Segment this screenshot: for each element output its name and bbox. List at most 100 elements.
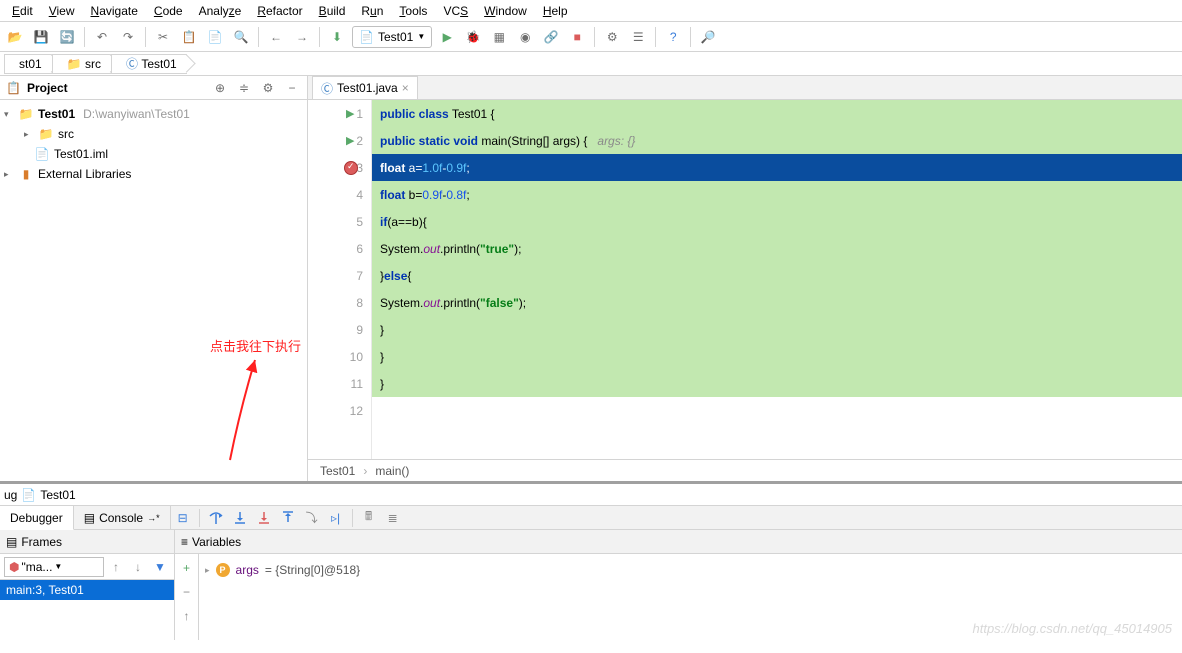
open-icon[interactable]: 📂 <box>4 26 26 48</box>
folder-icon: 📁 <box>18 107 34 121</box>
crumb-method[interactable]: main() <box>375 464 409 478</box>
crumb-class[interactable]: Test01 <box>320 464 355 478</box>
cut-icon[interactable]: ✂ <box>152 26 174 48</box>
tree-src[interactable]: ▸ 📁 src <box>0 124 307 144</box>
search-everywhere-icon[interactable]: 🔎 <box>697 26 719 48</box>
expand-icon[interactable]: ▸ <box>24 129 34 140</box>
settings-icon[interactable]: ⚙ <box>601 26 623 48</box>
profile-icon[interactable]: ◉ <box>514 26 536 48</box>
stack-frame[interactable]: main:3, Test01 <box>0 580 174 600</box>
crumb-class[interactable]: Ⓒ Test01 <box>111 54 187 74</box>
copy-icon[interactable]: 📋 <box>178 26 200 48</box>
frame-controls: ⬢ "ma... ▼ ↑ ↓ ▼ <box>0 554 174 580</box>
menu-navigate[interactable]: Navigate <box>83 2 146 20</box>
trace-icon[interactable]: ≣ <box>381 506 405 530</box>
coverage-icon[interactable]: ▦ <box>488 26 510 48</box>
run-icon[interactable]: ▶ <box>436 26 458 48</box>
vars-toolbar: + − ↑ <box>175 554 199 640</box>
code-editor[interactable]: 1▶ 2▶ 3 4 5 6 7 8 9 10 11 12 public clas… <box>308 100 1182 459</box>
tab-debugger[interactable]: Debugger <box>0 506 74 530</box>
prev-frame-icon[interactable]: ↑ <box>106 557 126 577</box>
editor-pane: Ⓒ Test01.java × 1▶ 2▶ 3 4 5 6 7 8 9 10 1… <box>308 76 1182 481</box>
menu-refactor[interactable]: Refactor <box>249 2 310 20</box>
structure-icon[interactable]: ☰ <box>627 26 649 48</box>
variable-row[interactable]: ▸ P args = {String[0]@518} <box>205 560 1176 580</box>
step-over-icon[interactable] <box>204 506 228 530</box>
breakpoint-icon[interactable] <box>344 161 358 175</box>
project-sidebar: 📋 Project ⊕ ≑ ⚙ − ▾ 📁 Test01 D:\wanyiwan… <box>0 76 308 481</box>
library-icon: ▮ <box>18 167 34 181</box>
forward-icon[interactable]: → <box>291 26 313 48</box>
menu-window[interactable]: Window <box>476 2 535 20</box>
gutter: 1▶ 2▶ 3 4 5 6 7 8 9 10 11 12 <box>308 100 372 459</box>
tree-root[interactable]: ▾ 📁 Test01 D:\wanyiwan\Test01 <box>0 104 307 124</box>
paste-icon[interactable]: 📄 <box>204 26 226 48</box>
menu-analyze[interactable]: Analyze <box>191 2 250 20</box>
gear-icon[interactable]: ⚙ <box>259 79 277 97</box>
main-toolbar: 📂 💾 🔄 ↶ ↷ ✂ 📋 📄 🔍 ← → ⬇ 📄 Test01 ▼ ▶ 🐞 ▦… <box>0 22 1182 52</box>
crumb-src[interactable]: 📁 src <box>52 54 111 74</box>
menu-run[interactable]: Run <box>353 2 391 20</box>
close-icon[interactable]: × <box>402 81 409 95</box>
attach-icon[interactable]: 🔗 <box>540 26 562 48</box>
sync-icon[interactable]: 🔄 <box>56 26 78 48</box>
stop-icon[interactable]: ■ <box>566 26 588 48</box>
project-icon: 📋 <box>6 81 21 95</box>
run-to-cursor-icon[interactable]: ▹| <box>324 506 348 530</box>
var-value: = {String[0]@518} <box>265 563 360 577</box>
tab-console[interactable]: ▤Console→* <box>74 506 171 530</box>
thread-icon: ⬢ <box>9 560 19 574</box>
filter-icon[interactable]: ▼ <box>150 557 170 577</box>
menu-build[interactable]: Build <box>311 2 354 20</box>
run-config-selector[interactable]: 📄 Test01 ▼ <box>352 26 432 48</box>
tree-iml[interactable]: 📄 Test01.iml <box>0 144 307 164</box>
crumb-project[interactable]: st01 <box>4 54 52 74</box>
menu-tools[interactable]: Tools <box>391 2 435 20</box>
debug-breadcrumb: ug 📄 Test01 <box>0 484 1182 506</box>
force-step-into-icon[interactable] <box>252 506 276 530</box>
step-out-icon[interactable] <box>276 506 300 530</box>
save-icon[interactable]: 💾 <box>30 26 52 48</box>
threads-icon[interactable]: ⊟ <box>171 506 195 530</box>
remove-watch-icon[interactable]: − <box>177 582 197 602</box>
step-into-icon[interactable] <box>228 506 252 530</box>
tree-external-libs[interactable]: ▸ ▮ External Libraries <box>0 164 307 184</box>
menu-edit[interactable]: Edit <box>4 2 41 20</box>
thread-selector[interactable]: ⬢ "ma... ▼ <box>4 557 104 577</box>
hide-icon[interactable]: − <box>283 79 301 97</box>
debug-icon[interactable]: 🐞 <box>462 26 484 48</box>
build-icon[interactable]: ⬇ <box>326 26 348 48</box>
up-icon[interactable]: ↑ <box>177 606 197 626</box>
help-icon[interactable]: ? <box>662 26 684 48</box>
root-name: Test01 <box>38 107 75 121</box>
back-icon[interactable]: ← <box>265 26 287 48</box>
expand-icon[interactable]: ▸ <box>4 169 14 180</box>
target-icon[interactable]: ⊕ <box>211 79 229 97</box>
project-header: 📋 Project ⊕ ≑ ⚙ − <box>0 76 307 100</box>
redo-icon[interactable]: ↷ <box>117 26 139 48</box>
menu-code[interactable]: Code <box>146 2 191 20</box>
frames-pane: ▤ Frames ⬢ "ma... ▼ ↑ ↓ ▼ main:3, Test01 <box>0 530 175 640</box>
run-gutter-icon[interactable]: ▶ <box>346 134 354 147</box>
editor-tabs: Ⓒ Test01.java × <box>308 76 1182 100</box>
debug-body: ▤ Frames ⬢ "ma... ▼ ↑ ↓ ▼ main:3, Test01… <box>0 530 1182 640</box>
collapse-icon[interactable]: ≑ <box>235 79 253 97</box>
undo-icon[interactable]: ↶ <box>91 26 113 48</box>
run-gutter-icon[interactable]: ▶ <box>346 107 354 120</box>
drop-frame-icon[interactable]: ⤵ <box>300 506 324 530</box>
menu-vcs[interactable]: VCS <box>435 2 476 20</box>
variables-header: ≡ Variables <box>175 530 1182 554</box>
chevron-down-icon: ▼ <box>417 32 425 41</box>
code-lines[interactable]: public class Test01 { public static void… <box>372 100 1182 459</box>
watermark: https://blog.csdn.net/qq_45014905 <box>973 621 1173 636</box>
find-icon[interactable]: 🔍 <box>230 26 252 48</box>
expand-icon[interactable]: ▾ <box>4 109 14 120</box>
menu-view[interactable]: View <box>41 2 83 20</box>
add-watch-icon[interactable]: + <box>177 558 197 578</box>
editor-tab-test01[interactable]: Ⓒ Test01.java × <box>312 76 418 99</box>
next-frame-icon[interactable]: ↓ <box>128 557 148 577</box>
menu-bar: Edit View Navigate Code Analyze Refactor… <box>0 0 1182 22</box>
evaluate-icon[interactable]: 🖩 <box>357 506 381 530</box>
menu-help[interactable]: Help <box>535 2 576 20</box>
debug-panel: ug 📄 Test01 Debugger ▤Console→* ⊟ ⤵ ▹| 🖩… <box>0 481 1182 640</box>
